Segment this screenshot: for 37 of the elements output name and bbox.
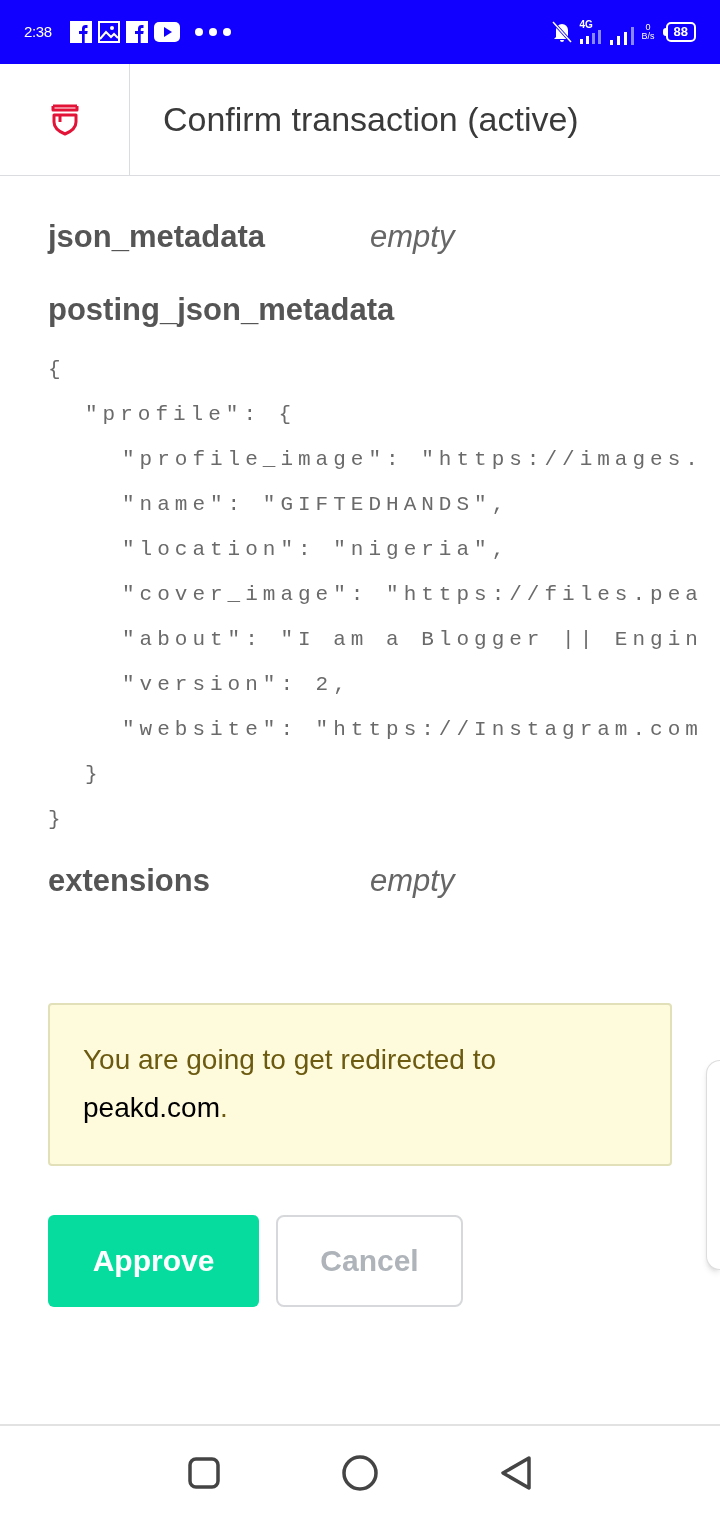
square-nav-icon[interactable] bbox=[187, 1456, 221, 1490]
signal-icon bbox=[609, 27, 634, 45]
network-type: 4G bbox=[579, 20, 593, 30]
code-line: } bbox=[85, 763, 103, 786]
circle-nav-icon[interactable] bbox=[341, 1454, 379, 1492]
code-line: { bbox=[48, 358, 66, 381]
code-line: "profile_image": "https://images. bbox=[122, 448, 703, 471]
approve-button[interactable]: Approve bbox=[48, 1214, 259, 1307]
code-line: } bbox=[48, 808, 66, 831]
field-label: posting_json_metadata bbox=[48, 290, 395, 329]
field-value: empty bbox=[370, 218, 455, 256]
battery-icon: 88 bbox=[662, 22, 696, 42]
redirect-notice: You are going to get redirected to peakd.com. bbox=[83, 1043, 498, 1125]
field-value: empty bbox=[370, 862, 455, 900]
field-label: extensions bbox=[48, 862, 211, 900]
code-line: "cover_image": "https://files.pea bbox=[122, 583, 703, 606]
page-title: Confirm transaction (active) bbox=[163, 99, 579, 140]
code-line: "name": "GIFTEDHANDS", bbox=[122, 493, 510, 516]
code-line: "about": "I am a Blogger || Engin bbox=[122, 628, 703, 651]
speed-unit: B/s bbox=[641, 32, 655, 41]
speed-value: 0 bbox=[645, 23, 651, 32]
code-line: "location": "nigeria", bbox=[122, 538, 510, 561]
shield-logo-icon bbox=[50, 103, 79, 136]
facebook-icon bbox=[69, 21, 92, 43]
cancel-button[interactable]: Cancel bbox=[276, 1214, 463, 1307]
clock-time: 2:38 bbox=[24, 21, 52, 42]
field-label: json_metadata bbox=[48, 218, 267, 256]
back-nav-icon[interactable] bbox=[499, 1455, 533, 1491]
code-line: "profile": { bbox=[85, 403, 297, 426]
code-line: "website": "https://Instagram.com bbox=[122, 718, 703, 741]
muted-bell-icon bbox=[551, 21, 572, 43]
signal-icon bbox=[579, 30, 602, 44]
code-line: "version": 2, bbox=[122, 673, 351, 696]
more-icon bbox=[193, 27, 232, 37]
facebook-icon bbox=[125, 21, 148, 43]
play-icon bbox=[153, 22, 180, 42]
image-icon bbox=[97, 21, 120, 43]
